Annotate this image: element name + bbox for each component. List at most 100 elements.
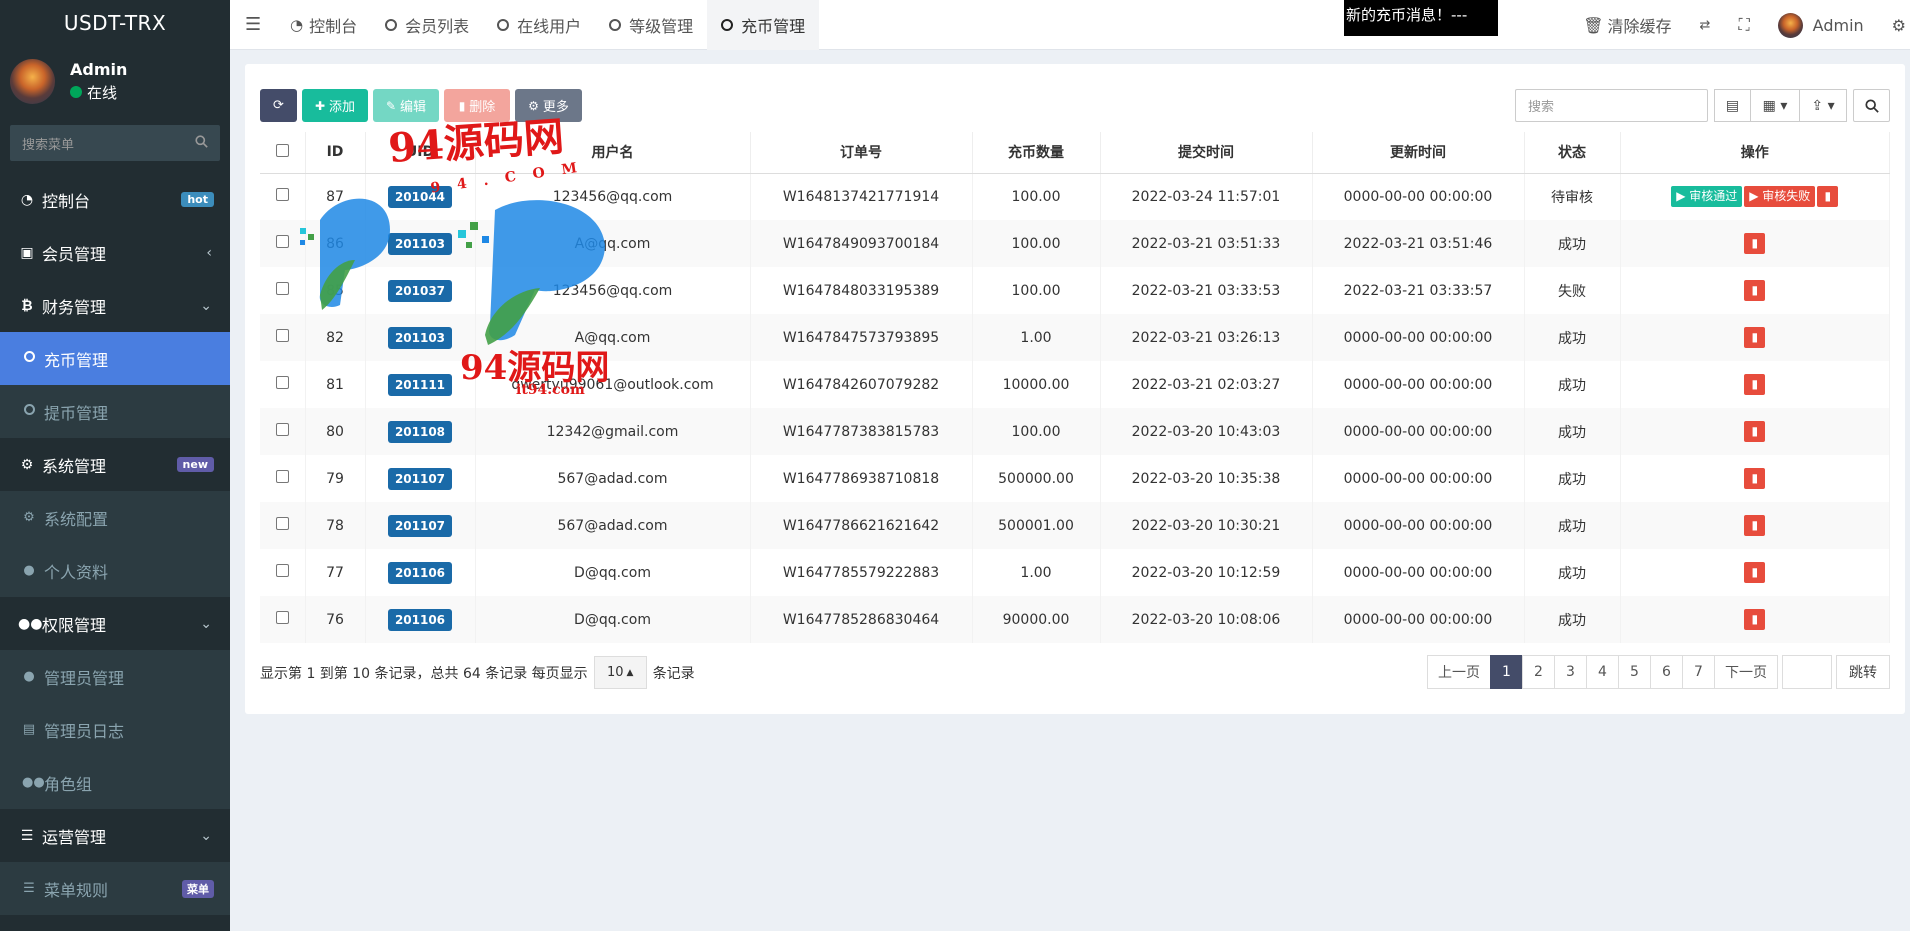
col-updated[interactable]: 更新时间 [1312,132,1525,174]
sidebar-item-system[interactable]: ⚙ 系统管理 new [0,438,230,491]
row-checkbox[interactable] [275,235,289,248]
search-button[interactable] [1853,89,1890,122]
fullscreen-button[interactable]: ⛶ [1724,15,1763,35]
approve-button[interactable]: ▶ 审核通过 [1671,186,1743,208]
sidebar-item-roles[interactable]: ●● 角色组 [0,756,230,809]
tab-levels[interactable]: 等级管理 [595,0,707,50]
select-all-cell[interactable] [260,132,306,174]
goto-page-input[interactable] [1782,655,1832,689]
sidebar-item-system-config[interactable]: ⚙ 系统配置 [0,491,230,544]
row-delete-button[interactable]: ▮ [1744,515,1766,536]
page-button[interactable]: 7 [1682,655,1715,689]
row-delete-button[interactable]: ▮ [1744,374,1766,395]
col-amount[interactable]: 充币数量 [972,132,1101,174]
row-delete-button[interactable]: ▮ [1744,609,1766,630]
row-checkbox[interactable] [275,329,289,342]
sidebar-item-admin-log[interactable]: ▤ 管理员日志 [0,703,230,756]
uid-badge[interactable]: 201037 [387,279,453,302]
page-button[interactable]: 4 [1586,655,1619,689]
sidebar-item-finance[interactable]: ₿ 财务管理 ⌄ [0,279,230,332]
prev-page-button[interactable]: 上一页 [1427,655,1491,689]
tab-deposit[interactable]: 充币管理 [707,0,820,50]
clear-cache-button[interactable]: 🗑 清除缓存 [1569,13,1685,37]
uid-badge[interactable]: 201106 [387,561,453,584]
row-checkbox[interactable] [275,188,289,202]
select-all-checkbox[interactable] [275,143,289,157]
sidebar-item-admins[interactable]: ● 管理员管理 [0,650,230,703]
uid-badge[interactable]: 201106 [387,608,453,631]
row-delete-button[interactable]: ▮ [1744,562,1766,583]
uid-badge[interactable]: 201107 [387,514,453,537]
page-size-select[interactable]: 10 ▲ [593,656,647,689]
export-button[interactable]: ⇪ ▾ [1799,89,1847,122]
edit-button[interactable]: ✎ 编辑 [373,89,439,122]
menu-toggle-icon[interactable]: ☰ [245,14,261,35]
admin-menu[interactable]: Admin [1764,12,1878,38]
toggle-view-button[interactable]: ▤ [1714,89,1751,122]
row-select-cell[interactable] [260,173,306,220]
col-username[interactable]: 用户名 [475,132,751,174]
page-button[interactable]: 2 [1522,655,1555,689]
row-delete-button[interactable]: ▮ [1744,421,1766,442]
uid-badge[interactable]: 201111 [387,373,453,396]
sidebar-item-profile[interactable]: ● 个人资料 [0,544,230,597]
row-delete-button[interactable]: ▮ [1817,186,1839,208]
page-button[interactable]: 3 [1554,655,1587,689]
columns-button[interactable]: ▦ ▾ [1750,89,1800,122]
table-search-input[interactable]: 搜索 [1515,89,1708,122]
more-button[interactable]: ⚙ 更多 [515,89,582,122]
delete-button[interactable]: ▮ 删除 [444,89,510,122]
row-delete-button[interactable]: ▮ [1744,468,1766,489]
sidebar-item-withdraw[interactable]: 提币管理 [0,385,230,438]
row-checkbox[interactable] [275,564,289,577]
sidebar-item-permissions[interactable]: ●● 权限管理 ⌄ [0,597,230,650]
row-checkbox[interactable] [275,376,289,389]
row-checkbox[interactable] [275,282,289,295]
row-select-cell[interactable] [260,549,306,596]
col-status[interactable]: 状态 [1524,132,1621,174]
uid-badge[interactable]: 201103 [387,232,453,255]
row-checkbox[interactable] [275,470,289,483]
row-checkbox[interactable] [275,423,289,436]
language-button[interactable]: ⇄ [1686,18,1725,33]
row-checkbox[interactable] [275,517,289,530]
row-select-cell[interactable] [260,314,306,361]
row-delete-button[interactable]: ▮ [1744,280,1766,301]
row-select-cell[interactable] [260,455,306,502]
sidebar-item-operations[interactable]: ☰ 运营管理 ⌄ [0,809,230,862]
row-select-cell[interactable] [260,502,306,549]
brand-logo[interactable]: USDT-TRX [0,0,230,46]
refresh-button[interactable]: ⟳ [260,89,297,122]
page-button[interactable]: 6 [1650,655,1683,689]
uid-badge[interactable]: 201107 [387,467,453,490]
uid-badge[interactable]: 201108 [387,420,453,443]
row-select-cell[interactable] [260,596,306,643]
reject-button[interactable]: ▶ 审核失败 [1744,186,1816,208]
next-page-button[interactable]: 下一页 [1714,655,1778,689]
tab-online-users[interactable]: 在线用户 [483,0,595,50]
sidebar-item-members[interactable]: ▣ 会员管理 ‹ [0,226,230,279]
row-delete-button[interactable]: ▮ [1744,233,1766,254]
row-select-cell[interactable] [260,361,306,408]
tab-dashboard[interactable]: ◔ 控制台 [276,0,371,50]
row-checkbox[interactable] [275,611,289,624]
uid-badge[interactable]: 201044 [387,185,453,208]
sidebar-item-menu-rules[interactable]: ☰ 菜单规则 菜单 [0,862,230,915]
add-button[interactable]: ✚ 添加 [302,89,368,122]
sidebar-search[interactable]: 搜索菜单 [10,125,220,161]
uid-badge[interactable]: 201103 [387,326,453,349]
sidebar-item-dashboard[interactable]: ◔ 控制台 hot [0,173,230,226]
row-delete-button[interactable]: ▮ [1744,327,1766,348]
page-button[interactable]: 5 [1618,655,1651,689]
page-button[interactable]: 1 [1490,655,1523,689]
sidebar-item-deposit[interactable]: 充币管理 [0,332,230,385]
row-select-cell[interactable] [260,220,306,267]
goto-page-button[interactable]: 跳转 [1836,655,1890,689]
col-id[interactable]: ID [305,132,366,174]
col-submitted[interactable]: 提交时间 [1100,132,1313,174]
row-select-cell[interactable] [260,408,306,455]
col-uid[interactable]: UID [365,132,476,174]
row-select-cell[interactable] [260,267,306,314]
tab-member-list[interactable]: 会员列表 [371,0,483,50]
settings-button[interactable]: ⚙ [1878,16,1910,35]
